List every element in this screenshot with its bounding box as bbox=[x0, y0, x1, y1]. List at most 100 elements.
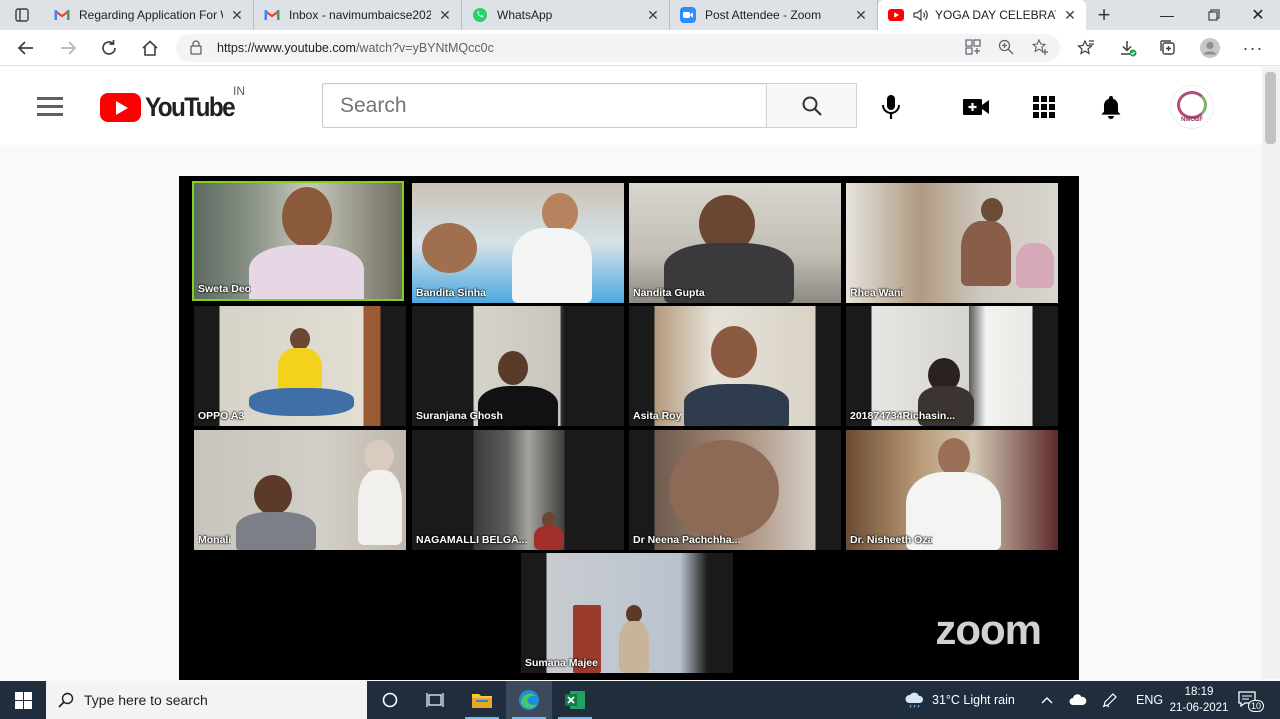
notifications-button[interactable] bbox=[1096, 92, 1126, 122]
participant-figure bbox=[422, 223, 477, 273]
input-language-button[interactable]: ENG bbox=[1136, 681, 1163, 719]
tab-title: Inbox - navimumbaicse2021@ bbox=[289, 8, 431, 22]
cortana-button[interactable] bbox=[367, 681, 413, 719]
collections-button[interactable] bbox=[1154, 34, 1182, 62]
create-video-button[interactable] bbox=[961, 92, 991, 122]
participant-figure bbox=[290, 328, 310, 350]
back-arrow-icon bbox=[17, 41, 33, 55]
back-button[interactable] bbox=[12, 34, 40, 62]
pen-workspace-button[interactable] bbox=[1102, 681, 1118, 719]
participant-tile: 201874734Richasin... bbox=[846, 306, 1058, 426]
task-view-button[interactable] bbox=[412, 681, 458, 719]
participant-name: Dr Neena Pachchha... bbox=[633, 534, 741, 546]
participant-name: Rhea Wani bbox=[850, 287, 904, 299]
tab-title: Post Attendee - Zoom bbox=[705, 8, 822, 22]
microphone-icon bbox=[882, 95, 900, 119]
hamburger-line bbox=[37, 113, 63, 116]
forward-button[interactable] bbox=[54, 34, 82, 62]
apps-grid-icon bbox=[1033, 96, 1055, 118]
tab-actions-icon bbox=[15, 8, 29, 22]
participant-tile: NAGAMALLI BELGA... bbox=[412, 430, 624, 550]
participant-figure bbox=[364, 440, 394, 472]
gmail-icon bbox=[264, 7, 280, 23]
browser-tab[interactable]: Regarding Application For W ✕ bbox=[44, 0, 254, 30]
video-player[interactable]: Sweta Deo Bandita Sinha Nandita Gupta Rh… bbox=[179, 176, 1079, 680]
favorites-icon bbox=[1077, 39, 1094, 55]
participant-figure bbox=[981, 198, 1003, 222]
restore-button[interactable] bbox=[1191, 0, 1237, 30]
search-icon bbox=[802, 96, 822, 116]
participant-figure bbox=[711, 326, 757, 378]
excel-button[interactable] bbox=[552, 681, 598, 719]
participant-tile: Dr. Nisheeth Oza bbox=[846, 430, 1058, 550]
channel-avatar[interactable]: NMOBF bbox=[1170, 85, 1214, 129]
weather-widget[interactable]: 31°C Light rain bbox=[904, 681, 1015, 719]
participant-figure bbox=[619, 621, 649, 673]
rain-cloud-icon bbox=[905, 692, 924, 708]
home-button[interactable] bbox=[136, 34, 164, 62]
forward-arrow-icon bbox=[61, 41, 77, 55]
url-path: /watch?v=yBYNtMQcc0c bbox=[355, 41, 494, 55]
url-host: https://www.youtube.com bbox=[217, 41, 356, 55]
participant-name: Nandita Gupta bbox=[633, 287, 705, 299]
zoom-watermark: zoom bbox=[935, 606, 1042, 653]
gmail-icon bbox=[54, 7, 70, 23]
page-scrollbar[interactable] bbox=[1262, 67, 1280, 679]
taskbar-search-box[interactable]: Type here to search bbox=[46, 681, 367, 719]
participant-name: Dr. Nisheeth Oza bbox=[850, 534, 934, 546]
address-bar[interactable]: https://www.youtube.com/watch?v=yBYNtMQc… bbox=[176, 34, 1060, 62]
minimize-button[interactable]: — bbox=[1144, 0, 1190, 30]
browser-tab[interactable]: Post Attendee - Zoom ✕ bbox=[670, 0, 878, 30]
hamburger-icon bbox=[37, 97, 63, 100]
clock-date: 21-06-2021 bbox=[1169, 702, 1229, 714]
browser-tab[interactable]: WhatsApp ✕ bbox=[462, 0, 670, 30]
browser-tab-active[interactable]: YOGA DAY CELEBRATION ✕ bbox=[878, 0, 1086, 30]
voice-search-button[interactable] bbox=[876, 92, 906, 122]
youtube-logo[interactable]: YouTube bbox=[100, 92, 244, 123]
show-hidden-icons-button[interactable] bbox=[1041, 681, 1053, 719]
start-button[interactable] bbox=[0, 681, 46, 719]
speaker-icon[interactable] bbox=[913, 7, 929, 23]
settings-more-button[interactable]: ··· bbox=[1239, 34, 1267, 62]
bell-icon bbox=[1101, 96, 1121, 119]
edge-button[interactable] bbox=[506, 681, 552, 719]
participant-figure bbox=[512, 228, 592, 303]
refresh-icon bbox=[102, 40, 116, 55]
close-tab-icon[interactable]: ✕ bbox=[229, 7, 245, 23]
youtube-icon bbox=[888, 7, 904, 23]
participant-figure bbox=[282, 187, 332, 247]
onedrive-cloud-icon bbox=[1069, 694, 1087, 705]
participant-tile: OPPO A3 bbox=[194, 306, 406, 426]
participant-tile: Bandita Sinha bbox=[412, 183, 624, 303]
scrollbar-thumb[interactable] bbox=[1265, 72, 1276, 144]
close-window-button[interactable]: ✕ bbox=[1235, 0, 1280, 30]
refresh-button[interactable] bbox=[95, 34, 123, 62]
close-tab-icon[interactable]: ✕ bbox=[853, 7, 869, 23]
browser-tab[interactable]: Inbox - navimumbaicse2021@ ✕ bbox=[254, 0, 462, 30]
onedrive-button[interactable] bbox=[1069, 681, 1087, 719]
close-tab-icon[interactable]: ✕ bbox=[437, 7, 453, 23]
search-button[interactable] bbox=[766, 83, 857, 128]
guide-menu-button[interactable] bbox=[37, 97, 63, 121]
action-center-button[interactable]: 10 bbox=[1238, 681, 1264, 719]
file-explorer-button[interactable] bbox=[459, 681, 505, 719]
close-icon: ✕ bbox=[1251, 7, 1265, 24]
participant-name: OPPO A3 bbox=[198, 410, 245, 422]
zoom-icon bbox=[680, 7, 696, 23]
weather-text: 31°C Light rain bbox=[932, 693, 1015, 707]
search-input[interactable] bbox=[322, 83, 766, 128]
app-available-icon[interactable] bbox=[965, 39, 983, 57]
downloads-button[interactable] bbox=[1114, 34, 1142, 62]
profile-button[interactable] bbox=[1196, 34, 1224, 62]
favorites-button[interactable] bbox=[1072, 34, 1100, 62]
participant-tile: Sweta Deo bbox=[192, 181, 404, 301]
participant-tile: Rhea Wani bbox=[846, 183, 1058, 303]
close-tab-icon[interactable]: ✕ bbox=[645, 7, 661, 23]
apps-button[interactable] bbox=[1029, 92, 1059, 122]
add-favorite-icon[interactable] bbox=[1031, 38, 1050, 57]
new-tab-button[interactable]: + bbox=[1086, 0, 1122, 30]
clock-button[interactable]: 18:19 21-06-2021 bbox=[1168, 684, 1230, 716]
tab-actions-button[interactable] bbox=[0, 0, 44, 30]
zoom-in-icon[interactable] bbox=[998, 39, 1016, 57]
close-tab-icon[interactable]: ✕ bbox=[1062, 7, 1078, 23]
